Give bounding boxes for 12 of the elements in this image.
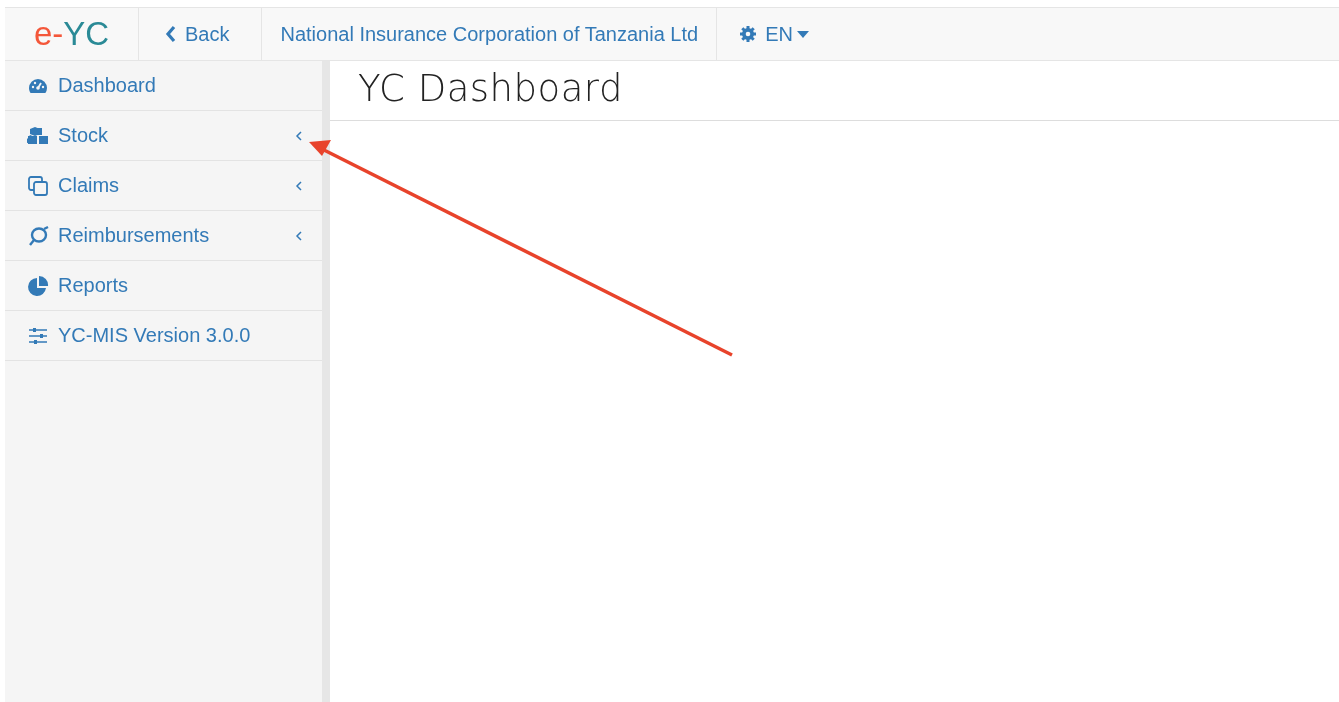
language-dropdown[interactable]: EN bbox=[717, 8, 827, 60]
ring-icon bbox=[27, 224, 49, 247]
caret-down-icon bbox=[796, 30, 809, 38]
settings-icon bbox=[739, 25, 758, 43]
cubes-icon bbox=[27, 124, 49, 147]
page-title: YC Dashboard bbox=[330, 61, 1339, 121]
back-button[interactable]: Back bbox=[139, 8, 263, 60]
pie-chart-icon bbox=[27, 274, 49, 297]
logo: e-YC bbox=[5, 8, 139, 60]
organization-link[interactable]: National Insurance Corporation of Tanzania Ltd bbox=[262, 8, 718, 60]
copy-icon bbox=[27, 174, 49, 197]
chevron-left-icon bbox=[165, 25, 177, 43]
